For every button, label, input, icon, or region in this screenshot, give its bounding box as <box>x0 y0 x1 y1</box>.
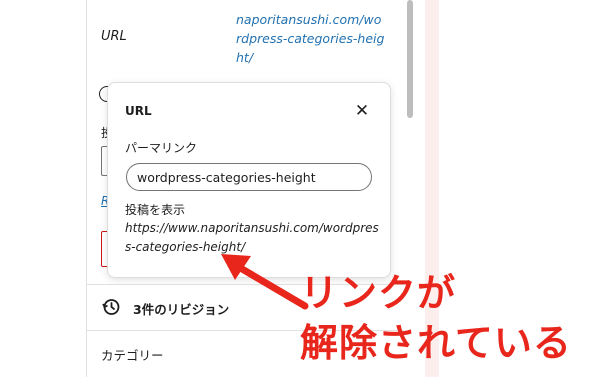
scrollbar-thumb[interactable] <box>407 0 413 118</box>
permalink-label: パーマリンク <box>125 141 198 155</box>
editor-canvas-edge <box>0 0 86 377</box>
url-label: URL <box>101 29 127 44</box>
categories-panel-title[interactable]: カテゴリー <box>101 345 164 364</box>
close-icon[interactable]: ✕ <box>352 101 372 121</box>
popover-title: URL <box>125 104 152 118</box>
history-icon[interactable] <box>101 297 121 317</box>
annotation-text-line1: リンクが <box>300 271 457 315</box>
annotation-text-line2: 解除されている <box>300 321 572 365</box>
sidebar-border <box>86 0 87 377</box>
permalink-slug-input[interactable] <box>126 163 372 191</box>
url-link[interactable]: naporitansushi.com/wordpress-categories-… <box>236 10 386 67</box>
view-post-label: 投稿を表示 <box>125 203 186 217</box>
